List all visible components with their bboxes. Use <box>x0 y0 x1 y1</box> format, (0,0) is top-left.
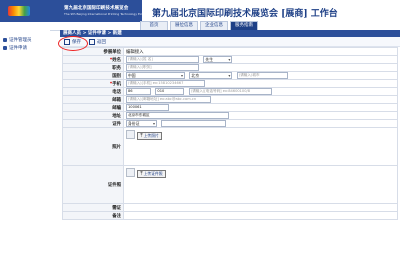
name-label: *姓名 <box>62 55 124 64</box>
logo <box>0 0 62 22</box>
upload-id-photo-button[interactable]: ⤒ 上传证件照 <box>137 170 166 178</box>
row-position: 职务 (请输入)[职务] <box>62 63 398 72</box>
upload-photo-button[interactable]: ⤒ 上传照片 <box>137 132 162 140</box>
row-note: 备注 <box>62 211 398 220</box>
gender-select[interactable]: 先生 <box>203 56 233 63</box>
country-code-input[interactable]: 86 <box>126 88 151 95</box>
breadcrumb: 展商人员 > 证件申请 > 新建 <box>60 30 400 37</box>
row-name: *姓名 (请输入)[姓 名] 先生 <box>62 55 398 64</box>
sidebar-item-card-apply[interactable]: 证件申请 <box>0 44 50 52</box>
sidebar-item-label: 证件管理员 <box>9 38 32 43</box>
exhibitor-value: 编辑接入 <box>126 49 144 55</box>
position-label: 职务 <box>62 63 124 72</box>
zip-label: 邮编 <box>62 103 124 112</box>
save-highlight-circle <box>58 35 88 51</box>
row-id-doc: 证件 身份证 <box>62 119 398 128</box>
country-select[interactable]: 中国 <box>126 72 185 79</box>
address-label: 地址 <box>62 111 124 120</box>
document-icon <box>3 46 7 50</box>
id-number-input[interactable] <box>161 120 227 127</box>
row-mobile: *手机 (请输入)[手机] ex:15810234667 <box>62 79 398 88</box>
position-input[interactable]: (请输入)[职务] <box>126 64 199 71</box>
id-doc-label: 证件 <box>62 119 124 128</box>
application-form: 参展单位 编辑接入 *姓名 (请输入)[姓 名] 先生 职务 (请输入)[职务]… <box>62 47 398 220</box>
logo-graphic <box>8 6 30 16</box>
card-icon <box>3 38 7 42</box>
name-input[interactable]: (请输入)[姓 名] <box>126 56 199 63</box>
row-id-photo: 证件照 ⤒ 上传证件照 <box>62 165 398 204</box>
main-tabs: 首页 展位信息 企业信息 服务指南 <box>140 21 260 30</box>
logo-cn: 第九届北京国际印刷技术展览会 <box>64 6 129 11</box>
id-photo-preview <box>126 168 135 177</box>
phone-label: 电话 <box>62 87 124 96</box>
save-button[interactable]: 保存 <box>58 35 88 51</box>
address-input[interactable]: 北京市东城区 <box>126 112 229 119</box>
id-photo-label: 证件照 <box>62 165 124 204</box>
row-remark: 需证 <box>62 203 398 212</box>
province-select[interactable]: 北京 <box>189 72 233 79</box>
row-phone: 电话 86 010 (请输入)[电话号码] ex:84600100/8 <box>62 87 398 96</box>
logo-en: The 9th Beijing International Printing T… <box>64 12 153 16</box>
sidebar: 证件管理员 证件申请 <box>0 30 50 259</box>
page-title: 第九届北京国际印刷技术展览会 [展商] 工作台 <box>152 9 338 19</box>
note-label: 备注 <box>62 211 124 220</box>
tab-home[interactable]: 首页 <box>140 21 168 30</box>
tab-service-guide[interactable]: 服务指南 <box>230 21 258 30</box>
note-field[interactable] <box>123 211 398 220</box>
upload-icon: ⤒ <box>140 133 143 139</box>
area-code-input[interactable]: 010 <box>155 88 185 95</box>
email-input[interactable]: (请输入)[邮箱地址] ex:abc@abc.com.cn <box>126 96 211 103</box>
sidebar-item-card-manager[interactable]: 证件管理员 <box>0 36 50 44</box>
mobile-label: *手机 <box>62 79 124 88</box>
id-type-select[interactable]: 身份证 <box>126 120 157 127</box>
phone-number-input[interactable]: (请输入)[电话号码] ex:84600100/8 <box>188 88 272 95</box>
row-zip: 邮编 100061 <box>62 103 398 112</box>
header: 第九届北京国际印刷技术展览会 The 9th Beijing Internati… <box>0 0 400 31</box>
toolbar: 保存 返回 <box>58 35 400 51</box>
row-country: 国别 中国 北京 (请输入)城市 <box>62 71 398 80</box>
back-label: 返回 <box>97 39 106 45</box>
row-email: 邮箱 (请输入)[邮箱地址] ex:abc@abc.com.cn <box>62 95 398 104</box>
remark-label: 需证 <box>62 203 124 212</box>
city-input[interactable]: (请输入)城市 <box>236 72 288 79</box>
sidebar-item-label: 证件申请 <box>9 46 27 51</box>
row-photo: 照片 ⤒ 上传照片 <box>62 127 398 166</box>
email-label: 邮箱 <box>62 95 124 104</box>
row-address: 地址 北京市东城区 <box>62 111 398 120</box>
zip-input[interactable]: 100061 <box>126 104 169 111</box>
mobile-input[interactable]: (请输入)[手机] ex:15810234667 <box>126 80 205 87</box>
photo-label: 照片 <box>62 127 124 166</box>
remark-field[interactable] <box>123 203 398 212</box>
main-content: 展商人员 > 证件申请 > 新建 保存 返回 参展单位 编辑接入 *姓名 (请输… <box>58 30 400 259</box>
upload-icon: ⤒ <box>140 171 143 177</box>
row-exhibitor: 参展单位 编辑接入 <box>62 47 398 56</box>
back-button[interactable]: 返回 <box>89 38 106 45</box>
country-label: 国别 <box>62 71 124 80</box>
logo-text: 第九届北京国际印刷技术展览会 The 9th Beijing Internati… <box>62 0 153 22</box>
photo-preview <box>126 130 135 139</box>
tab-company-info[interactable]: 企业信息 <box>200 21 228 30</box>
tab-booth-info[interactable]: 展位信息 <box>170 21 198 30</box>
back-icon <box>89 38 95 45</box>
